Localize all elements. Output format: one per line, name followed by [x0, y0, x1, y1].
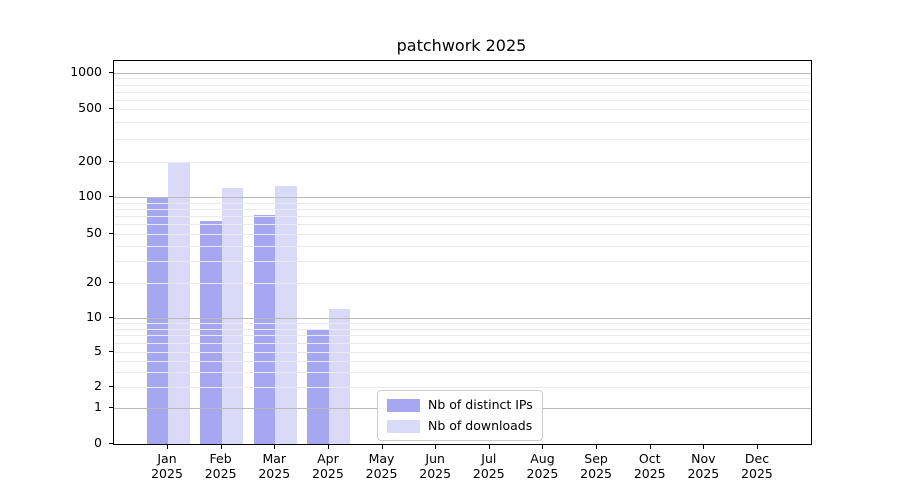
bar-distinct-ips-feb [200, 221, 222, 444]
gridline-major [114, 73, 811, 74]
gridline-minor [114, 92, 811, 93]
gridline-minor [114, 352, 811, 353]
y-tick-mark [109, 443, 113, 444]
y-tick-label: 0 [94, 435, 102, 451]
gridline-minor [114, 246, 811, 247]
x-tick-mark [489, 445, 490, 449]
gridline-minor [114, 78, 811, 79]
y-tick-label: 1000 [70, 64, 102, 80]
legend: Nb of distinct IPs Nb of downloads [377, 390, 543, 441]
y-tick-label: 50 [86, 225, 102, 241]
gridline-minor [114, 234, 811, 235]
plot-area: Nb of distinct IPs Nb of downloads [113, 60, 812, 445]
y-tick-mark [109, 108, 113, 109]
legend-swatch-downloads [387, 420, 420, 433]
gridline-minor [114, 335, 811, 336]
y-tick-mark [109, 161, 113, 162]
gridline-minor [114, 203, 811, 204]
gridline-minor [114, 139, 811, 140]
y-tick-mark [109, 351, 113, 352]
x-tick-mark [328, 445, 329, 449]
gridline-major [114, 197, 811, 198]
x-tick-mark [435, 445, 436, 449]
x-tick-mark [221, 445, 222, 449]
gridline-minor [114, 122, 811, 123]
x-tick-label: Dec2025 [725, 451, 789, 481]
y-tick-label: 10 [86, 309, 102, 325]
gridline-minor [114, 109, 811, 110]
gridline-minor [114, 361, 811, 362]
gridline-minor [114, 100, 811, 101]
gridline-major [114, 318, 811, 319]
x-tick-mark [650, 445, 651, 449]
y-tick-mark [109, 196, 113, 197]
gridline-minor [114, 323, 811, 324]
y-tick-mark [109, 317, 113, 318]
gridline-minor [114, 283, 811, 284]
chart-title: patchwork 2025 [113, 36, 810, 55]
legend-item-distinct-ips: Nb of distinct IPs [387, 397, 533, 413]
gridline-minor [114, 209, 811, 210]
y-tick-label: 200 [78, 153, 102, 169]
gridline-minor [114, 261, 811, 262]
y-tick-label: 5 [94, 343, 102, 359]
chart-figure: patchwork 2025 Nb of distinct IPs Nb of … [0, 0, 900, 500]
x-tick-mark [703, 445, 704, 449]
x-tick-mark [167, 445, 168, 449]
y-tick-label: 100 [78, 188, 102, 204]
gridline-minor [114, 372, 811, 373]
bar-downloads-jan [168, 163, 190, 444]
legend-item-downloads: Nb of downloads [387, 418, 533, 434]
y-tick-mark [109, 386, 113, 387]
y-tick-mark [109, 282, 113, 283]
gridline-minor [114, 85, 811, 86]
x-tick-mark [757, 445, 758, 449]
legend-label-downloads: Nb of downloads [428, 418, 532, 434]
y-tick-label: 20 [86, 274, 102, 290]
y-tick-label: 2 [94, 378, 102, 394]
y-tick-mark [109, 72, 113, 73]
y-tick-mark [109, 407, 113, 408]
y-tick-label: 1 [94, 399, 102, 415]
x-tick-mark [596, 445, 597, 449]
legend-label-distinct-ips: Nb of distinct IPs [428, 397, 533, 413]
bar-downloads-feb [222, 188, 244, 444]
x-tick-mark [542, 445, 543, 449]
y-tick-label: 500 [78, 100, 102, 116]
gridline-minor [114, 224, 811, 225]
x-tick-mark [382, 445, 383, 449]
gridline-minor [114, 329, 811, 330]
x-tick-mark [274, 445, 275, 449]
gridline-minor [114, 162, 811, 163]
gridline-minor [114, 343, 811, 344]
gridline-minor [114, 387, 811, 388]
legend-swatch-distinct-ips [387, 399, 420, 412]
y-tick-mark [109, 233, 113, 234]
gridline-minor [114, 216, 811, 217]
